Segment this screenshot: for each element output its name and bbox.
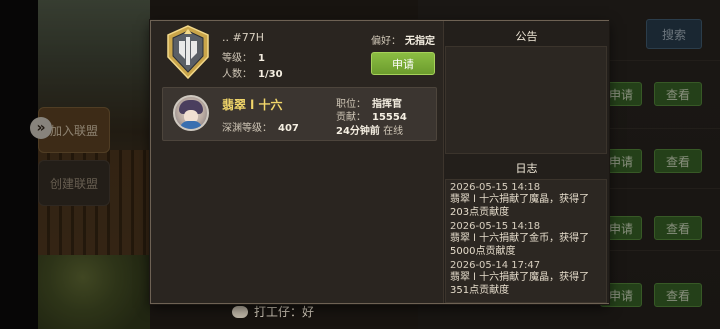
guild-preference: 偏好： 无指定 bbox=[371, 36, 435, 47]
chat-bar[interactable]: 打工仔：好 bbox=[232, 303, 314, 320]
notice-title: 公告 bbox=[515, 30, 538, 43]
apply-button[interactable]: 申请 bbox=[371, 52, 435, 75]
chat-message: 打工仔：好 bbox=[254, 305, 315, 319]
guild-info-modal: .. #77H 等级： 1 人数： 1/30 偏好： 无指定 申请 翡翠 l 十六 深… bbox=[150, 20, 609, 304]
notice-log-column: 公告 日志 2026-05-15 14:18 翡翠 l 十六捐献了魔晶，获得了2… bbox=[443, 21, 609, 303]
log-text: 翡翠 l 十六捐献了魔晶，获得了203点贡献度 bbox=[450, 194, 590, 218]
guild-members: 人数： 1/30 bbox=[222, 69, 283, 80]
chat-bubble-icon bbox=[232, 305, 248, 318]
log-text: 翡翠 l 十六捐献了金币，获得了5000点贡献度 bbox=[450, 233, 590, 257]
log-date: 2026-05-15 14:18 bbox=[450, 182, 541, 193]
log-date: 2026-05-14 17:47 bbox=[450, 260, 541, 271]
notice-box bbox=[445, 46, 607, 154]
log-text: 翡翠 l 十六捐献了魔晶，获得了351点贡献度 bbox=[450, 272, 590, 296]
log-title: 日志 bbox=[515, 162, 538, 175]
log-list[interactable]: 2026-05-15 14:18 翡翠 l 十六捐献了魔晶，获得了203点贡献度… bbox=[445, 179, 607, 303]
log-entry: 2026-05-15 14:18 翡翠 l 十六捐献了金币，获得了5000点贡献… bbox=[446, 221, 606, 258]
log-entry: 2026-05-14 17:47 翡翠 l 十六捐献了魔晶，获得了351点贡献度 bbox=[446, 260, 606, 297]
guild-emblem-icon bbox=[167, 25, 209, 79]
member-online-status: 24分钟前 在线 bbox=[336, 126, 404, 137]
log-entry: 2026-05-15 14:18 翡翠 l 十六捐献了魔晶，获得了203点贡献度 bbox=[446, 182, 606, 219]
log-date: 2026-05-15 14:18 bbox=[450, 221, 541, 232]
avatar bbox=[173, 95, 209, 131]
guild-info-column: .. #77H 等级： 1 人数： 1/30 偏好： 无指定 申请 翡翠 l 十六 深… bbox=[151, 21, 443, 303]
member-card[interactable]: 翡翠 l 十六 深渊等级： 407 职位： 指挥官 贡献： 15554 24分钟前 在… bbox=[162, 87, 437, 141]
member-contribution: 贡献： 15554 bbox=[336, 112, 407, 123]
guild-name: .. #77H bbox=[222, 31, 264, 44]
member-name: 翡翠 l 十六 bbox=[222, 98, 283, 112]
member-depth-level: 深渊等级： 407 bbox=[222, 123, 299, 134]
guild-level: 等级： 1 bbox=[222, 53, 265, 64]
